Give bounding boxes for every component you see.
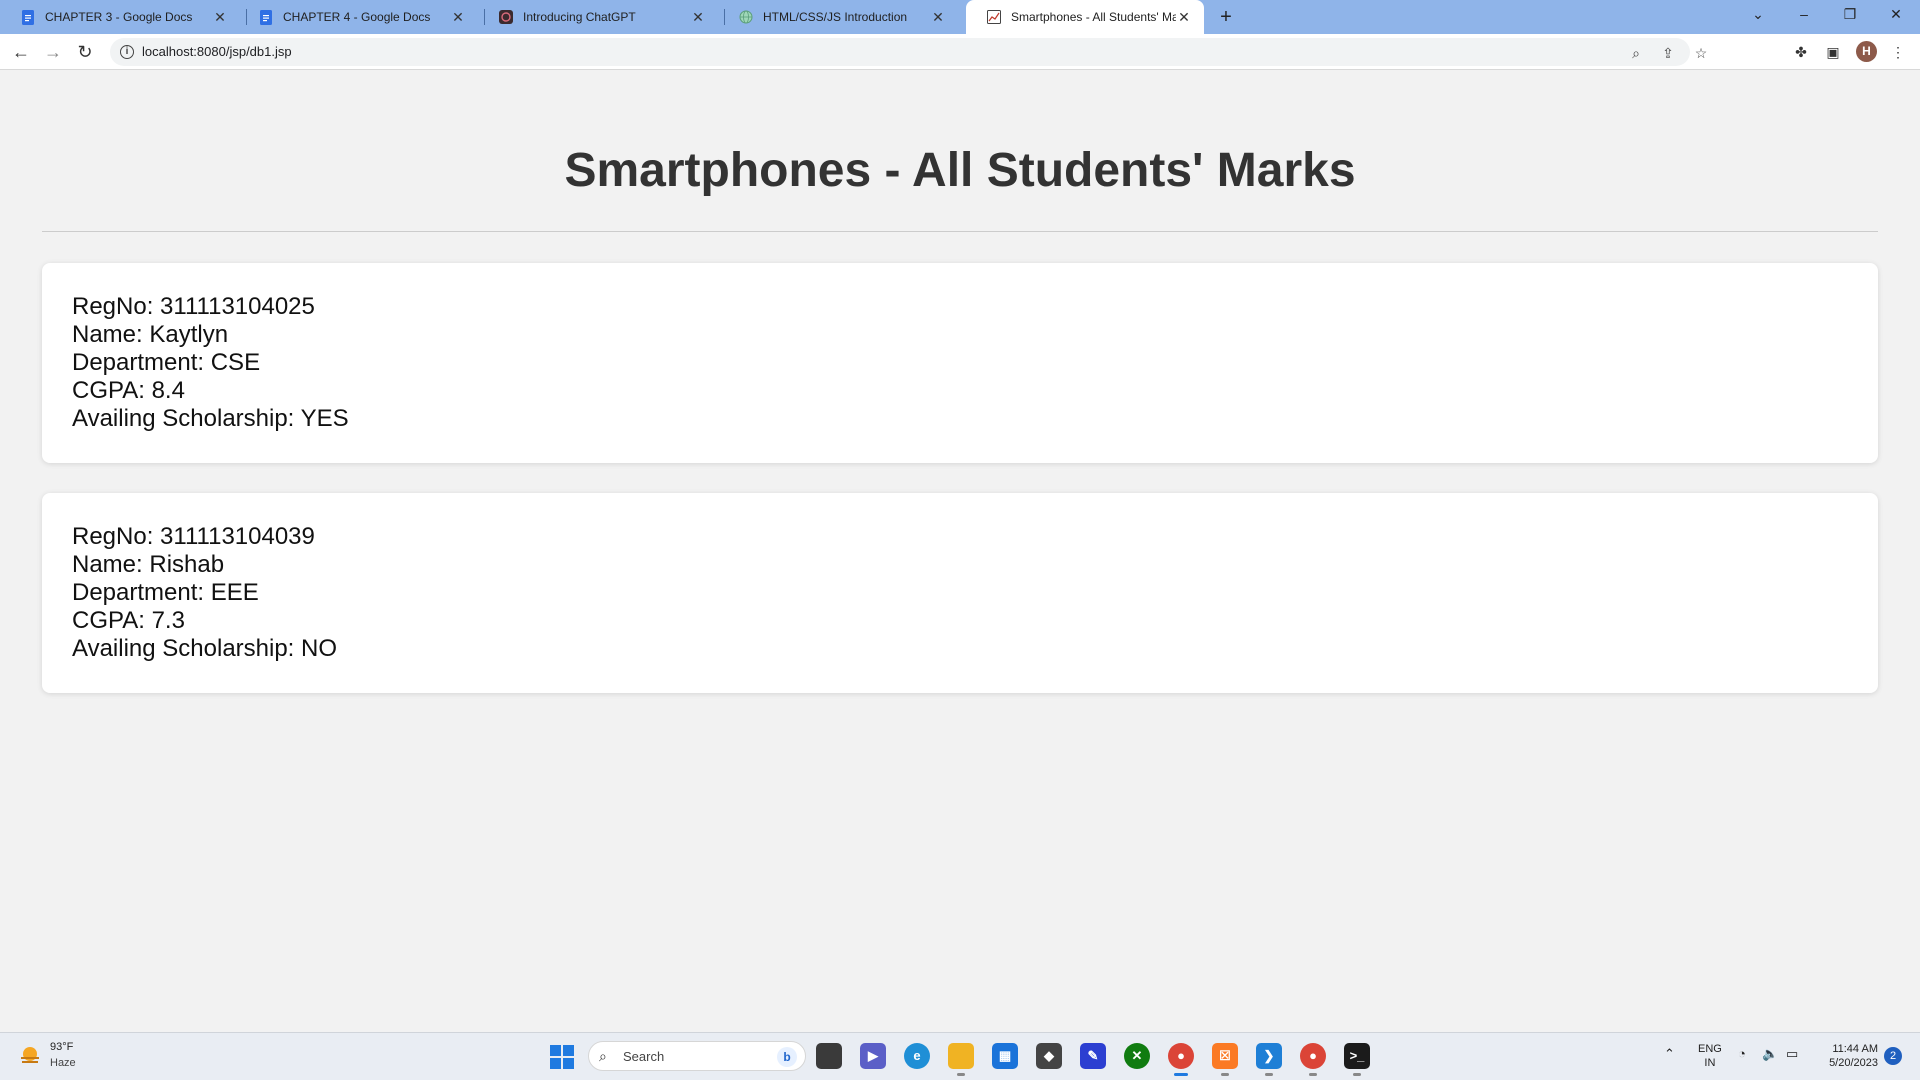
weather-description[interactable]: Haze (50, 1057, 76, 1069)
extensions-icon[interactable]: ✤ (1791, 42, 1811, 62)
windows-logo-tile (550, 1045, 561, 1056)
terminal-icon[interactable]: >_ (1344, 1043, 1370, 1076)
wifi-icon[interactable]: ◔ (1738, 1046, 1746, 1061)
language-indicator[interactable]: ENG IN (1698, 1042, 1722, 1070)
region-code: IN (1704, 1057, 1716, 1069)
running-indicator (1174, 1073, 1188, 1076)
minimize-button[interactable]: – (1782, 0, 1826, 30)
task-view-icon[interactable] (816, 1043, 842, 1069)
address-bar[interactable]: i localhost:8080/jsp/db1.jsp ⌕ ⇪ ☆ (110, 38, 1707, 66)
student-department: Department: EEE (72, 579, 259, 606)
vscode-icon[interactable]: ❯ (1256, 1043, 1282, 1076)
xampp-icon[interactable]: ☒ (1212, 1043, 1238, 1076)
tab-smartphones[interactable]: Smartphones - All Students' Marks ✕ (966, 0, 1204, 34)
volume-icon[interactable]: 🔈 (1762, 1046, 1778, 1062)
search-label: Search (623, 1049, 665, 1064)
tab-html-css-js[interactable]: HTML/CSS/JS Introduction ✕ (718, 0, 958, 34)
share-icon[interactable]: ⇪ (1658, 43, 1678, 63)
start-button[interactable] (550, 1045, 574, 1069)
google-docs-icon (258, 9, 273, 25)
tab-chapter-3[interactable]: CHAPTER 3 - Google Docs ✕ (0, 0, 240, 34)
close-icon[interactable]: ✕ (690, 9, 706, 26)
xbox-icon[interactable]: ✕ (1124, 1043, 1150, 1069)
back-button[interactable]: ← (9, 40, 33, 64)
running-indicator (1265, 1073, 1273, 1076)
divider (42, 231, 1878, 232)
tab-title: Smartphones - All Students' Marks (1011, 10, 1176, 24)
page-content: Smartphones - All Students' Marks RegNo:… (0, 71, 1920, 1032)
file-explorer-icon[interactable] (948, 1043, 974, 1076)
student-scholarship: Availing Scholarship: YES (72, 405, 349, 432)
close-window-button[interactable]: ✕ (1874, 0, 1918, 30)
clock-time: 11:44 AM (1832, 1043, 1878, 1055)
bing-icon[interactable]: b (777, 1047, 797, 1067)
menu-icon[interactable]: ⋮ (1888, 42, 1908, 62)
microsoft-store-icon[interactable]: ▦ (992, 1043, 1018, 1069)
windows-logo-tile (550, 1058, 561, 1069)
tab-title: CHAPTER 3 - Google Docs (45, 10, 193, 24)
chrome-icon[interactable]: ● (1168, 1043, 1194, 1076)
unity-icon[interactable]: ◆ (1036, 1043, 1062, 1069)
side-panel-icon[interactable]: ▣ (1823, 42, 1843, 62)
student-regno: RegNo: 311113104039 (72, 523, 315, 550)
weather-temperature[interactable]: 93°F (50, 1041, 73, 1053)
bookmark-star-icon[interactable]: ☆ (1691, 43, 1711, 63)
student-department: Department: CSE (72, 349, 261, 376)
forward-button[interactable]: → (41, 40, 65, 64)
student-scholarship: Availing Scholarship: NO (72, 635, 338, 662)
student-card: RegNo: 311113104039 Name: Rishab Departm… (42, 493, 1878, 693)
reload-button[interactable]: ↻ (73, 40, 97, 64)
student-cgpa: CGPA: 8.4 (72, 377, 185, 404)
windows-logo-tile (563, 1058, 574, 1069)
tab-chapter-4[interactable]: CHAPTER 4 - Google Docs ✕ (238, 0, 478, 34)
student-name: Name: Rishab (72, 551, 225, 578)
battery-icon[interactable]: ▭ (1786, 1046, 1798, 1062)
page-icon (986, 10, 1001, 25)
tab-search-button[interactable]: ⌄ (1736, 0, 1780, 30)
windows-logo-tile (563, 1045, 574, 1056)
tab-strip: CHAPTER 3 - Google Docs ✕ CHAPTER 4 - Go… (0, 0, 1920, 34)
avatar[interactable]: H (1856, 41, 1877, 62)
google-docs-icon (20, 9, 35, 25)
running-indicator (1353, 1073, 1361, 1076)
globe-icon (738, 10, 753, 25)
tab-title: CHAPTER 4 - Google Docs (283, 10, 431, 24)
system-clock[interactable]: 11:44 AM 5/20/2023 (1818, 1042, 1878, 1070)
close-icon[interactable]: ✕ (930, 9, 946, 26)
new-tab-button[interactable]: + (1214, 4, 1238, 30)
info-icon[interactable]: i (120, 45, 134, 59)
close-icon[interactable]: ✕ (1176, 9, 1192, 26)
language-code: ENG (1698, 1043, 1722, 1055)
taskbar-search[interactable]: ⌕ Search b (588, 1041, 806, 1071)
running-indicator (1221, 1073, 1229, 1076)
tab-title: Introducing ChatGPT (523, 10, 636, 24)
edge-icon[interactable]: e (904, 1043, 930, 1069)
close-icon[interactable]: ✕ (450, 9, 466, 26)
pen-app-icon[interactable]: ✎ (1080, 1043, 1106, 1069)
student-cgpa: CGPA: 7.3 (72, 607, 185, 634)
weather-haze-icon[interactable] (18, 1044, 42, 1068)
zoom-icon[interactable]: ⌕ (1626, 43, 1646, 63)
running-indicator (957, 1073, 965, 1076)
teams-chat-icon[interactable]: ▶ (860, 1043, 886, 1069)
notification-badge[interactable]: 2 (1884, 1047, 1902, 1065)
student-regno: RegNo: 311113104025 (72, 293, 315, 320)
page-title: Smartphones - All Students' Marks (564, 144, 1356, 197)
clock-date: 5/20/2023 (1829, 1057, 1878, 1069)
search-icon: ⌕ (599, 1048, 607, 1064)
close-icon[interactable]: ✕ (212, 9, 228, 26)
chatgpt-icon (498, 10, 513, 25)
tab-title: HTML/CSS/JS Introduction (763, 10, 908, 24)
chrome-profile-icon[interactable]: ● (1300, 1043, 1326, 1076)
address-url[interactable]: localhost:8080/jsp/db1.jsp (142, 44, 292, 59)
show-hidden-icons-icon[interactable]: ⌃ (1664, 1046, 1675, 1062)
student-name: Name: Kaytlyn (72, 321, 229, 348)
student-card: RegNo: 311113104025 Name: Kaytlyn Depart… (42, 263, 1878, 463)
browser-toolbar: ← → ↻ i localhost:8080/jsp/db1.jsp ⌕ ⇪ ☆… (0, 34, 1920, 70)
running-indicator (1309, 1073, 1317, 1076)
tab-chatgpt[interactable]: Introducing ChatGPT ✕ (478, 0, 718, 34)
restore-button[interactable]: ❐ (1828, 0, 1872, 30)
